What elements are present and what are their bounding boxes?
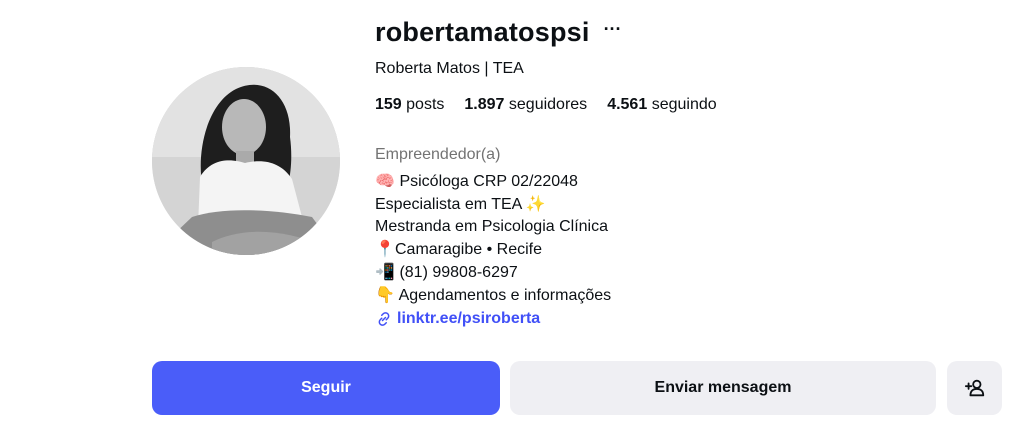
- profile-bio: 🧠 Psicóloga CRP 02/22048 Especialista em…: [375, 171, 611, 307]
- bio-link-text: linktr.ee/psiroberta: [397, 310, 541, 327]
- stat-count: 1.897: [464, 96, 505, 113]
- stat-following[interactable]: 4.561 seguindo: [607, 96, 716, 114]
- profile-category: Empreendedor(a): [375, 146, 501, 163]
- point-down-icon: 👇: [375, 286, 395, 304]
- stat-label: posts: [406, 96, 445, 113]
- send-message-button[interactable]: Enviar mensagem: [510, 361, 936, 415]
- username: robertamatospsi: [375, 16, 590, 47]
- stat-label: seguindo: [651, 96, 717, 113]
- stat-posts: 159 posts: [375, 96, 444, 114]
- link-icon: [378, 312, 390, 326]
- bio-line: Mestranda em Psicologia Clínica: [375, 218, 608, 236]
- phone-icon: 📲: [375, 263, 395, 281]
- pin-icon: 📍: [375, 241, 395, 259]
- send-message-label: Enviar mensagem: [654, 379, 792, 396]
- stat-followers[interactable]: 1.897 seguidores: [464, 96, 587, 114]
- bio-line: Especialista em TEA ✨: [375, 195, 546, 213]
- bio-line: 👇 Agendamentos e informações: [375, 285, 611, 308]
- profile-avatar[interactable]: [152, 67, 340, 255]
- add-person-icon: [964, 379, 984, 397]
- profile-header: robertamatospsi ··· Roberta Matos | TEA …: [375, 14, 1015, 328]
- bio-line: 🧠 Psicóloga CRP 02/22048: [375, 171, 611, 194]
- bio-link[interactable]: linktr.ee/psiroberta: [375, 310, 540, 328]
- brain-icon: 🧠: [375, 173, 395, 190]
- follow-button[interactable]: Seguir: [152, 361, 500, 415]
- stat-count: 4.561: [607, 96, 648, 113]
- more-options-icon[interactable]: ···: [604, 20, 622, 44]
- stat-count: 159: [375, 96, 402, 113]
- profile-stats: 159 posts 1.897 seguidores 4.561 seguind…: [375, 96, 717, 114]
- bio-line: 📍Camaragibe • Recife: [375, 239, 611, 262]
- avatar-photo: [152, 67, 340, 255]
- full-name: Roberta Matos | TEA: [375, 60, 524, 77]
- stat-label: seguidores: [508, 96, 588, 113]
- follow-button-label: Seguir: [301, 379, 351, 396]
- bio-line: 📲 (81) 99808-6297: [375, 262, 611, 285]
- suggested-accounts-button[interactable]: [947, 361, 1002, 415]
